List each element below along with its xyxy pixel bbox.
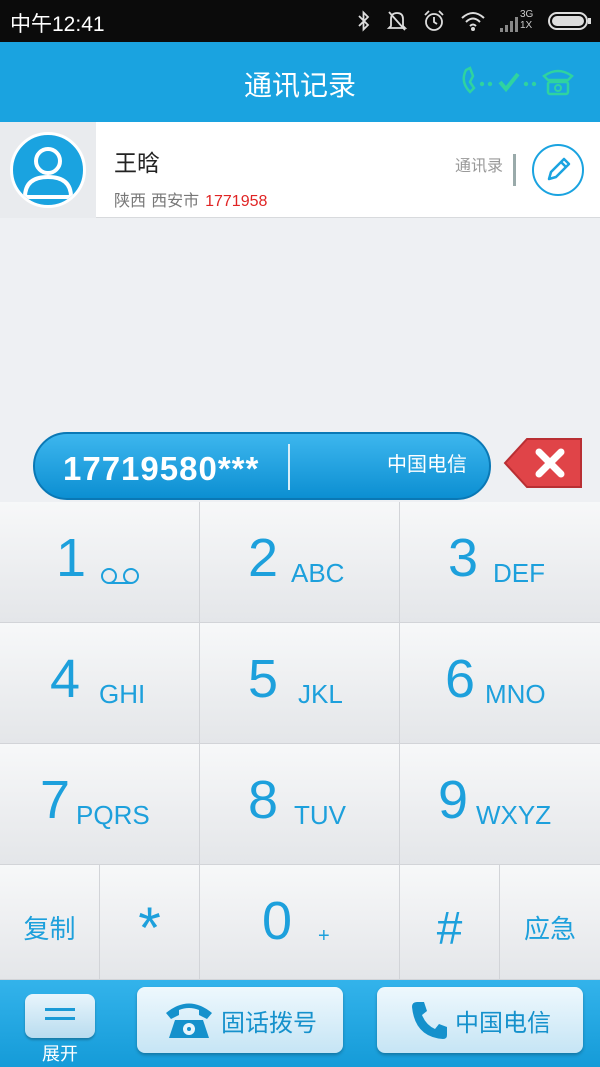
network-type-top: 3G xyxy=(520,9,534,20)
key-digit: 8 xyxy=(248,770,279,830)
key-letters: DEF xyxy=(493,558,545,588)
key-digit: * xyxy=(138,896,161,961)
delete-button[interactable] xyxy=(503,437,583,489)
signal-icon xyxy=(500,17,518,32)
status-icons: 3G 1X xyxy=(356,6,592,36)
expand-label: 展开 xyxy=(42,1044,78,1065)
carrier-call-button[interactable]: 中国电信 xyxy=(377,987,583,1053)
contact-name: 王晗 xyxy=(114,151,160,177)
key-letters: TUV xyxy=(294,800,346,830)
wifi-icon xyxy=(461,12,485,31)
key-6[interactable]: 6 MNO xyxy=(400,623,600,744)
copy-label: 复制 xyxy=(23,915,76,945)
key-letters: ABC xyxy=(291,558,345,588)
key-2[interactable]: 2 ABC xyxy=(200,502,400,623)
key-letters: MNO xyxy=(485,679,546,709)
key-8[interactable]: 8 TUV xyxy=(200,744,400,865)
key-letters: WXYZ xyxy=(476,800,552,830)
pencil-icon xyxy=(547,157,571,181)
key-3[interactable]: 3 DEF xyxy=(400,502,600,623)
text-cursor xyxy=(288,444,290,490)
voicemail-icon xyxy=(101,568,139,584)
avatar xyxy=(10,132,86,208)
carrier-call-label: 中国电信 xyxy=(455,1008,551,1037)
key-digit: 3 xyxy=(448,528,479,588)
dial-number-display[interactable]: 17719580*** 中国电信 xyxy=(33,432,491,500)
key-digit: 9 xyxy=(438,770,469,830)
landline-phone-icon xyxy=(166,1003,212,1038)
status-bar: 中午12:41 3G 1X xyxy=(0,0,600,42)
landline-label: 固话拨号 xyxy=(221,1008,317,1037)
network-type-bottom: 1X xyxy=(520,20,533,31)
expand-button[interactable]: 展开 xyxy=(25,990,95,1065)
carrier-label: 中国电信 xyxy=(387,452,467,476)
keypad: 1 2 ABC 3 DEF 4 GHI 5 JKL 6 MNO 7 PQRS 8… xyxy=(0,502,600,980)
bottom-bar: 展开 固话拨号 中国电信 xyxy=(0,980,600,1067)
bluetooth-icon xyxy=(358,10,370,32)
copy-button[interactable]: 复制 xyxy=(0,865,100,980)
key-9[interactable]: 9 WXYZ xyxy=(400,744,600,865)
emergency-button[interactable]: 应急 xyxy=(500,865,600,980)
key-plus: + xyxy=(318,925,330,947)
key-digit: 1 xyxy=(56,528,87,588)
mute-bell-icon xyxy=(386,11,408,31)
contact-details: 陕西 西安市 1771958 xyxy=(114,187,267,211)
key-digit: 4 xyxy=(50,649,81,709)
key-5[interactable]: 5 JKL xyxy=(200,623,400,744)
avatar-box xyxy=(0,122,96,218)
landline-dial-button[interactable]: 固话拨号 xyxy=(137,987,343,1053)
emergency-label: 应急 xyxy=(523,915,576,945)
status-time: 中午12:41 xyxy=(10,13,105,36)
contacts-link[interactable]: 通讯录 xyxy=(455,154,516,186)
alarm-icon xyxy=(424,10,444,31)
key-digit: # xyxy=(436,902,463,954)
key-digit: 2 xyxy=(248,528,279,588)
key-digit: 5 xyxy=(248,649,279,709)
key-1[interactable]: 1 xyxy=(0,502,200,623)
key-digit: 7 xyxy=(40,770,71,830)
key-0[interactable]: 0 + xyxy=(200,865,400,980)
key-hash[interactable]: # xyxy=(400,865,500,980)
key-4[interactable]: 4 GHI xyxy=(0,623,200,744)
call-connect-icon[interactable] xyxy=(460,64,588,98)
signal-indicator: 3G 1X xyxy=(500,8,534,34)
phone-icon xyxy=(412,1002,447,1039)
key-digit: 6 xyxy=(445,649,476,709)
dialed-number: 17719580*** xyxy=(63,450,260,487)
key-digit: 0 xyxy=(262,891,293,951)
key-7[interactable]: 7 PQRS xyxy=(0,744,200,865)
key-letters: JKL xyxy=(298,679,343,709)
app-header: 通讯记录 xyxy=(0,42,600,122)
key-letters: PQRS xyxy=(76,800,150,830)
contact-number: 1771958 xyxy=(205,193,268,210)
contact-row[interactable]: 王晗 陕西 西安市 1771958 通讯录 xyxy=(0,122,600,218)
key-star[interactable]: * xyxy=(100,865,200,980)
edit-button[interactable] xyxy=(532,144,584,196)
contact-location: 陕西 西安市 xyxy=(114,191,200,210)
battery-icon xyxy=(548,12,591,30)
person-icon xyxy=(22,147,74,199)
key-letters: GHI xyxy=(99,679,146,709)
menu-icon xyxy=(25,994,95,1038)
